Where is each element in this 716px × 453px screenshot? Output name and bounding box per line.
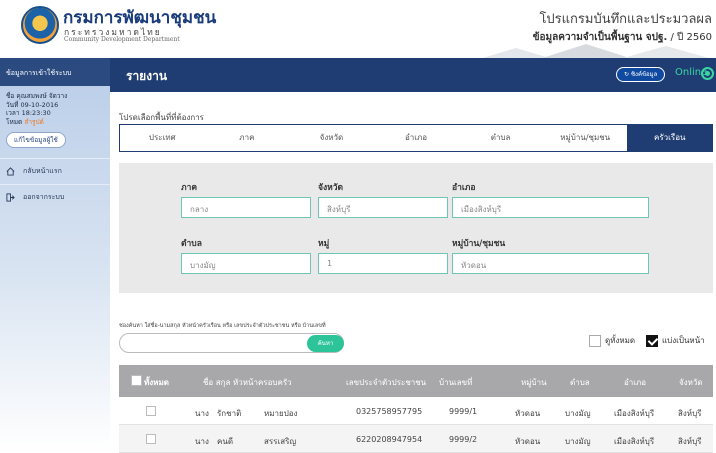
user-info: ชื่อ คุณสมพงษ์ จัดวาง วันที่ 09-10-2016 … [0, 86, 110, 126]
row-checkbox[interactable] [146, 434, 156, 444]
department-logo [21, 6, 59, 44]
cell-village: หัวดอน [515, 437, 541, 446]
login-date: วันที่ 09-10-2016 [6, 100, 59, 109]
view-all-checkbox[interactable] [589, 334, 601, 347]
table-row[interactable]: นาง คนดี สรรเสริญ 6220208947954 9999/2 ห… [119, 425, 713, 453]
cell-district: เมืองสิงห์บุรี [614, 437, 655, 446]
logout-icon [6, 193, 15, 202]
cell-province: สิงห์บุรี [678, 409, 702, 418]
sync-button[interactable]: ↻ ซิงค์ข้อมูล [616, 67, 666, 82]
sync-icon: ↻ [624, 71, 631, 78]
district-field[interactable]: เมืองสิงห์บุรี [452, 197, 649, 218]
mode-row: โหมด สำรูปด์ [6, 118, 104, 127]
tab-country[interactable]: ประเทศ [120, 125, 205, 151]
mode-value: สำรูปด์ [24, 117, 44, 126]
col-all: ทั้งหมด [144, 378, 169, 387]
area-select-label: โปรดเลือกพื้นที่ที่ต้องการ [119, 113, 204, 122]
paged-checkbox[interactable] [646, 334, 658, 347]
tab-province[interactable]: จังหวัด [289, 125, 374, 151]
cell-prefix: นาง [195, 437, 209, 446]
tab-region[interactable]: ภาค [205, 125, 290, 151]
moo-label: หมู่ [318, 239, 330, 249]
online-indicator-icon [701, 67, 714, 80]
subdistrict-field[interactable]: บางมัญ [181, 253, 311, 274]
row-checkbox[interactable] [146, 406, 156, 416]
page-title: รายงาน [126, 69, 168, 83]
tab-household[interactable]: ครัวเรือน [627, 125, 713, 151]
district-label: อำเภอ [452, 183, 476, 193]
roof-decoration [482, 44, 709, 58]
province-label: จังหวัด [318, 183, 344, 193]
paged-label: แบ่งเป็นหน้า [662, 336, 705, 345]
org-english-name: Community Development Department [64, 36, 180, 43]
region-label: ภาค [181, 183, 198, 193]
col-village: หมู่บ้าน [521, 378, 547, 387]
home-icon [6, 167, 15, 176]
edit-profile-button[interactable]: แก้ไขข้อมูลผู้ใช้ [6, 132, 66, 148]
paged-option[interactable]: แบ่งเป็นหน้า [646, 334, 705, 347]
household-table: ทั้งหมด ชื่อ สกุล หัวหน้าครอบครัว เลขประ… [119, 365, 713, 453]
sidebar-item-home[interactable]: กลับหน้าแรก [0, 158, 110, 184]
col-province: จังหวัด [679, 378, 703, 387]
sidebar-item-logout[interactable]: ออกจากระบบ [0, 184, 110, 210]
cell-citizen-id: 0325758957795 [356, 407, 423, 416]
cell-last-name: หมายปอง [264, 409, 298, 418]
tab-subdistrict[interactable]: ตำบล [458, 125, 543, 151]
cell-prefix: นาง [195, 409, 209, 418]
cell-district: เมืองสิงห์บุรี [614, 409, 655, 418]
select-all-checkbox[interactable] [131, 375, 142, 386]
search-button[interactable]: ค้นหา [307, 335, 344, 352]
sidebar-heading: ข้อมูลการเข้าใช้ระบบ [0, 58, 110, 86]
cell-first-name: รักชาติ [217, 409, 242, 418]
village-label: หมู่บ้าน/ชุมชน [452, 239, 506, 249]
tab-district[interactable]: อำเภอ [374, 125, 459, 151]
col-subdistrict: ตำบล [570, 378, 590, 387]
view-all-label: ดูทั้งหมด [605, 336, 636, 345]
login-time: เวลา 18:23:30 [6, 109, 51, 117]
tab-village[interactable]: หมู่บ้าน/ชุมชน [543, 125, 628, 151]
sync-label: ซิงค์ข้อมูล [630, 71, 658, 78]
village-field[interactable]: หัวดอน [452, 253, 649, 274]
cell-province: สิงห์บุรี [678, 437, 702, 446]
table-row[interactable]: นาง รักชาติ หมายปอง 0325758957795 9999/1… [119, 397, 713, 425]
cell-last-name: สรรเสริญ [264, 437, 297, 446]
col-house-no: บ้านเลขที่ [439, 378, 473, 387]
moo-field[interactable]: 1 [318, 253, 448, 274]
table-header: ทั้งหมด ชื่อ สกุล หัวหน้าครอบครัว เลขประ… [119, 365, 713, 397]
col-district: อำเภอ [624, 378, 647, 387]
sidebar-item-label: กลับหน้าแรก [23, 167, 62, 175]
sidebar: ข้อมูลการเข้าใช้ระบบ ชื่อ คุณสมพงษ์ จัดว… [0, 58, 110, 453]
filter-panel: ภาค กลาง จังหวัด สิงห์บุรี อำเภอ เมืองสิ… [119, 163, 713, 293]
cell-subdistrict: บางมัญ [565, 409, 591, 418]
cell-first-name: คนดี [217, 437, 234, 446]
cell-house-no: 9999/2 [449, 435, 478, 444]
province-field[interactable]: สิงห์บุรี [318, 197, 448, 218]
page-titlebar: รายงาน ↻ ซิงค์ข้อมูล Online [110, 58, 716, 92]
cell-citizen-id: 6220208947954 [356, 435, 423, 444]
view-all-option[interactable]: ดูทั้งหมด [589, 334, 635, 347]
user-name: ชื่อ คุณสมพงษ์ จัดวาง [6, 92, 68, 100]
cell-subdistrict: บางมัญ [565, 437, 591, 446]
region-field[interactable]: กลาง [181, 197, 311, 218]
col-name: ชื่อ สกุล หัวหน้าครอบครัว [203, 378, 292, 387]
cell-village: หัวดอน [515, 409, 541, 418]
subdistrict-label: ตำบล [181, 239, 202, 249]
area-tabs: ประเทศ ภาค จังหวัด อำเภอ ตำบล หมู่บ้าน/ช… [119, 124, 713, 152]
mode-label: โหมด [6, 117, 23, 126]
app-header: กรมการพัฒนาชุมชน กระทรวงมหาดไทย Communit… [0, 0, 716, 58]
program-title: โปรแกรมบันทึกและประมวลผล [539, 12, 712, 27]
search-hint: ช่องค้นหา ใส่ชื่อ-นามสกุล หัวหน้าครัวเรื… [119, 323, 326, 329]
sidebar-item-label: ออกจากระบบ [23, 193, 65, 201]
cell-house-no: 9999/1 [449, 407, 478, 416]
col-citizen-id: เลขประจำตัวประชาชน [346, 378, 427, 387]
